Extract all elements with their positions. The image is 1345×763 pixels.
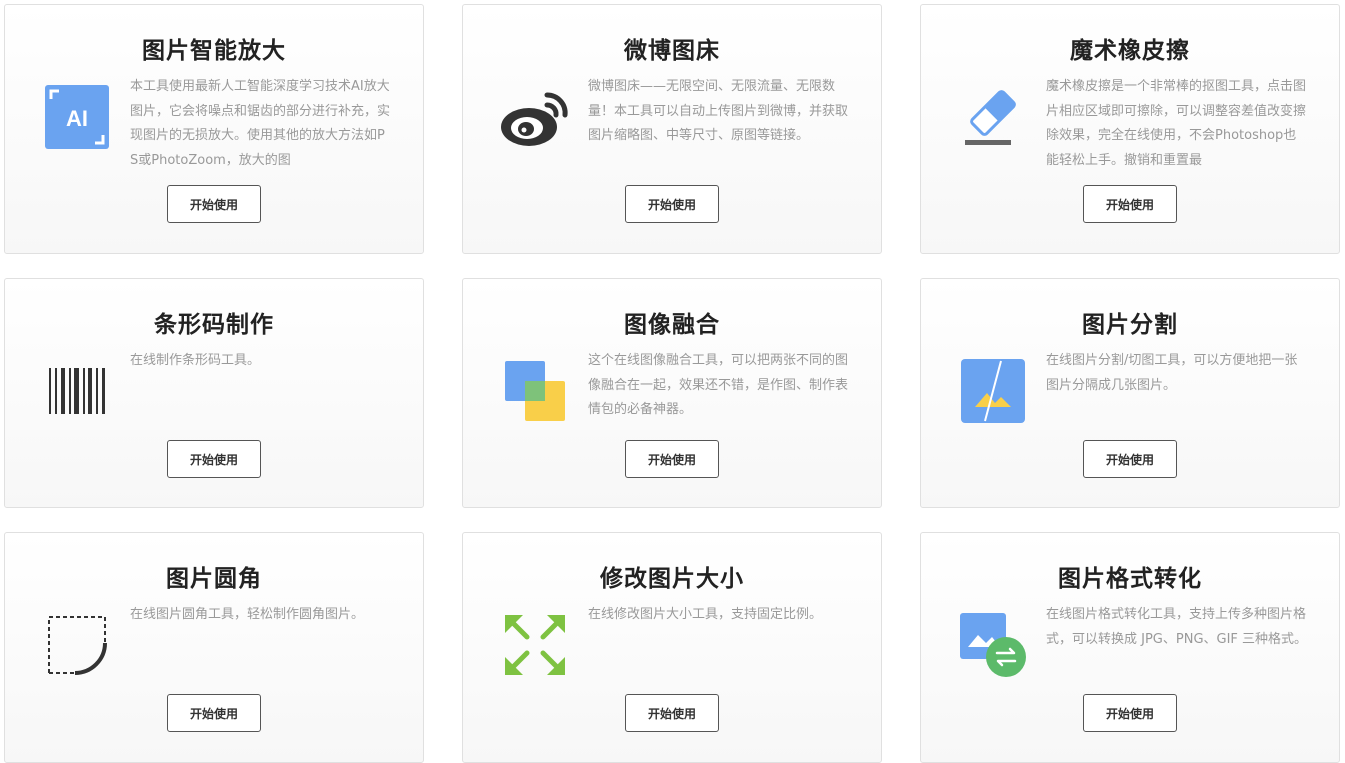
card-title: 图片智能放大 bbox=[142, 38, 286, 64]
card-description: 在线制作条形码工具。 bbox=[130, 353, 261, 368]
format-convert-icon bbox=[953, 605, 1033, 685]
card-description: 在线图片格式转化工具，支持上传多种图片格式，可以转换成 JPG、PNG、GIF … bbox=[1046, 607, 1308, 647]
card-title: 图像融合 bbox=[624, 312, 720, 338]
eraser-icon bbox=[953, 77, 1033, 157]
tool-card-image-split: 图片分割 在线图片分割/切图工具，可以方便地把一张图片分隔成几张图片。 开始使用 bbox=[920, 278, 1340, 508]
image-split-icon bbox=[953, 351, 1033, 431]
card-title: 图片分割 bbox=[1082, 312, 1178, 338]
tool-card-ai-upscale: 图片智能放大 AI 本工具使用最新人工智能深度学习技术AI放大图片，它会将噪点和… bbox=[4, 4, 424, 254]
start-button[interactable]: 开始使用 bbox=[1083, 694, 1177, 732]
start-button[interactable]: 开始使用 bbox=[167, 185, 261, 223]
ai-upscale-icon: AI bbox=[37, 77, 117, 157]
tool-card-rounded-corner: 图片圆角 在线图片圆角工具，轻松制作圆角图片。 开始使用 bbox=[4, 532, 424, 763]
card-description: 在线图片圆角工具，轻松制作圆角图片。 bbox=[130, 607, 365, 622]
start-button[interactable]: 开始使用 bbox=[625, 440, 719, 478]
weibo-icon bbox=[495, 77, 575, 157]
card-title: 条形码制作 bbox=[154, 312, 274, 338]
card-description: 本工具使用最新人工智能深度学习技术AI放大图片，它会将噪点和锯齿的部分进行补充，… bbox=[130, 79, 391, 168]
start-button[interactable]: 开始使用 bbox=[1083, 440, 1177, 478]
start-button[interactable]: 开始使用 bbox=[625, 694, 719, 732]
svg-text:AI: AI bbox=[66, 106, 88, 131]
card-title: 修改图片大小 bbox=[600, 566, 744, 592]
card-title: 微博图床 bbox=[624, 38, 720, 64]
start-button[interactable]: 开始使用 bbox=[167, 694, 261, 732]
card-description: 微博图床——无限空间、无限流量、无限数量！本工具可以自动上传图片到微博，并获取图… bbox=[588, 79, 849, 143]
card-description: 在线图片分割/切图工具，可以方便地把一张图片分隔成几张图片。 bbox=[1046, 353, 1298, 393]
start-button[interactable]: 开始使用 bbox=[625, 185, 719, 223]
tool-grid: 图片智能放大 AI 本工具使用最新人工智能深度学习技术AI放大图片，它会将噪点和… bbox=[0, 0, 1345, 763]
card-title: 魔术橡皮擦 bbox=[1070, 38, 1190, 64]
tool-card-format-convert: 图片格式转化 在线图片格式转化工具，支持上传多种图片格式，可以转换成 JPG、P… bbox=[920, 532, 1340, 763]
resize-arrows-icon bbox=[495, 605, 575, 685]
tool-card-magic-eraser: 魔术橡皮擦 魔术橡皮擦是一个非常棒的抠图工具，点击图片相应区域即可擦除，可以调整… bbox=[920, 4, 1340, 254]
tool-card-resize: 修改图片大小 在线修改图片大小工具，支持固定比例。 开始使用 bbox=[462, 532, 882, 763]
start-button[interactable]: 开始使用 bbox=[167, 440, 261, 478]
card-description: 魔术橡皮擦是一个非常棒的抠图工具，点击图片相应区域即可擦除，可以调整容差值改变擦… bbox=[1046, 79, 1307, 168]
image-blend-icon bbox=[495, 351, 575, 431]
card-title: 图片圆角 bbox=[166, 566, 262, 592]
rounded-corner-icon bbox=[37, 605, 117, 685]
card-title: 图片格式转化 bbox=[1058, 566, 1202, 592]
tool-card-image-blend: 图像融合 这个在线图像融合工具，可以把两张不同的图像融合在一起，效果还不错，是作… bbox=[462, 278, 882, 508]
tool-card-weibo: 微博图床 微博图床——无限空间、无限流量、无限数量！本工具可以自动上传图片到微博… bbox=[462, 4, 882, 254]
tool-card-barcode: 条形码制作 在线制作条形码工具。 开始使用 bbox=[4, 278, 424, 508]
card-description: 在线修改图片大小工具，支持固定比例。 bbox=[588, 607, 823, 622]
barcode-icon bbox=[37, 351, 117, 431]
start-button[interactable]: 开始使用 bbox=[1083, 185, 1177, 223]
card-description: 这个在线图像融合工具，可以把两张不同的图像融合在一起，效果还不错，是作图、制作表… bbox=[588, 353, 849, 417]
